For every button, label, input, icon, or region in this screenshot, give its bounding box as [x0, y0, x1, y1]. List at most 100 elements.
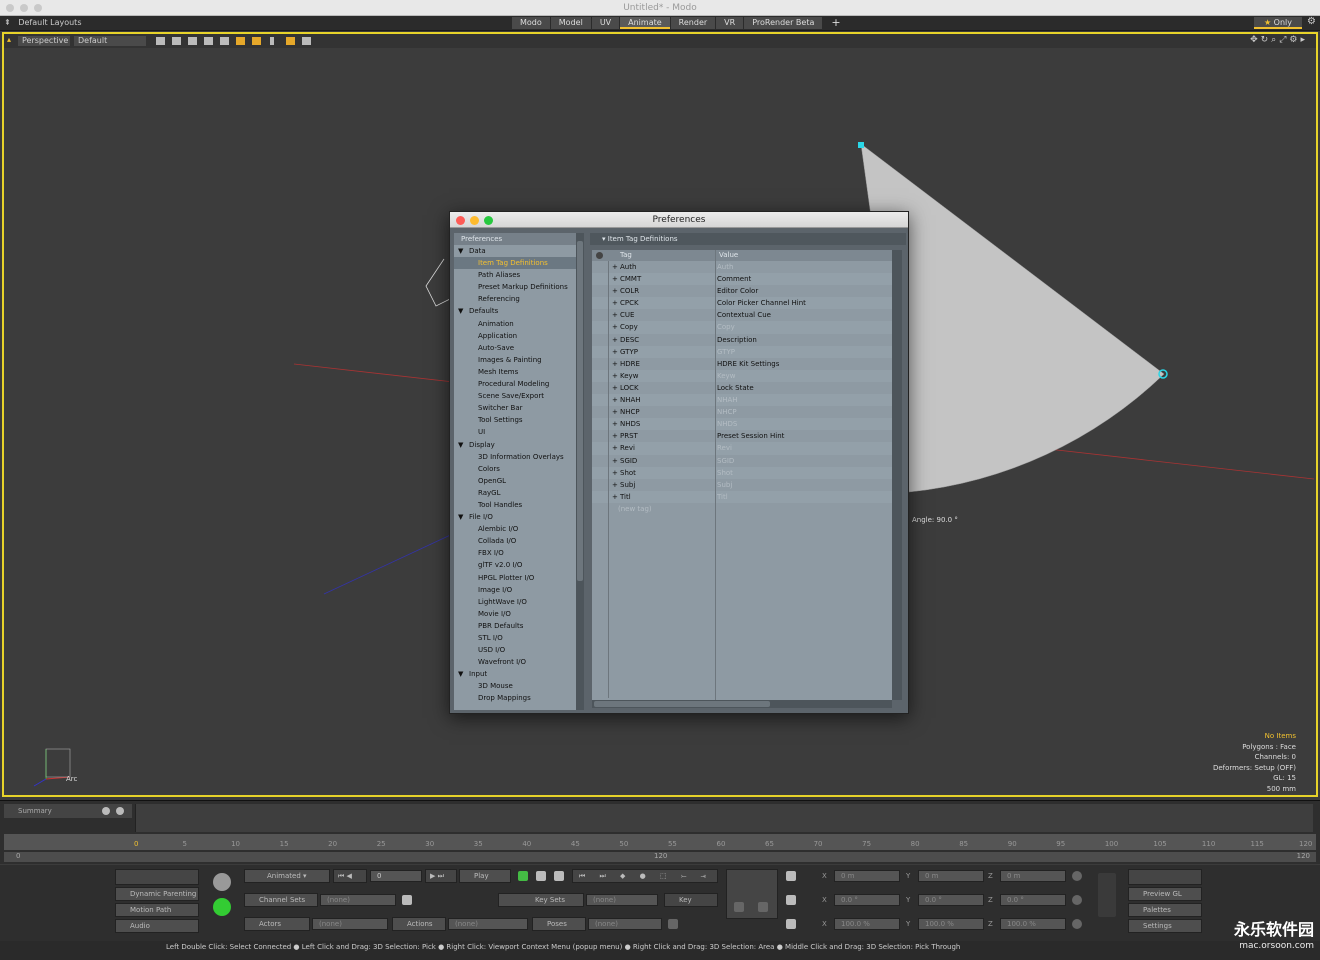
- tree-item[interactable]: Referencing: [454, 293, 576, 305]
- scale-icon[interactable]: [786, 919, 796, 929]
- poses-field[interactable]: (none): [588, 918, 662, 930]
- dopesheet-area[interactable]: [135, 804, 1313, 832]
- tree-item[interactable]: Application: [454, 330, 576, 342]
- tree-item[interactable]: Item Tag Definitions: [454, 257, 576, 270]
- expand-plus-icon[interactable]: +: [612, 297, 618, 309]
- value-cell[interactable]: NHAH: [717, 394, 738, 406]
- table-row[interactable]: + LOCK Lock State: [592, 382, 892, 394]
- value-cell[interactable]: Contextual Cue: [717, 309, 771, 321]
- expand-plus-icon[interactable]: +: [612, 261, 618, 273]
- value-cell[interactable]: GTYP: [717, 346, 735, 358]
- tree-item[interactable]: Auto-Save: [454, 342, 576, 354]
- tree-item[interactable]: Collada I/O: [454, 535, 576, 547]
- tab-uv[interactable]: UV: [591, 17, 620, 29]
- scl-reset-icon[interactable]: [1072, 919, 1082, 929]
- key-sets-field[interactable]: (none): [586, 894, 658, 906]
- range-bar[interactable]: 0 120 120: [4, 852, 1316, 862]
- tree-item[interactable]: Tool Settings: [454, 414, 576, 426]
- tree-category[interactable]: ▼ Data: [454, 245, 576, 257]
- value-cell[interactable]: Preset Session Hint: [717, 430, 784, 442]
- tab-render[interactable]: Render: [670, 17, 716, 29]
- expand-plus-icon[interactable]: +: [612, 285, 618, 297]
- rot-reset-icon[interactable]: [1072, 895, 1082, 905]
- tree-item[interactable]: Scene Save/Export: [454, 390, 576, 402]
- tab-model[interactable]: Model: [550, 17, 591, 29]
- pos-z-field[interactable]: 0 m: [1000, 870, 1066, 882]
- value-cell[interactable]: Editor Color: [717, 285, 758, 297]
- tree-item[interactable]: USD I/O: [454, 644, 576, 656]
- tree-item[interactable]: Procedural Modeling: [454, 378, 576, 390]
- table-row[interactable]: + GTYP GTYP: [592, 345, 892, 358]
- pose-options-icon[interactable]: [668, 919, 678, 929]
- value-cell[interactable]: Auth: [717, 261, 733, 273]
- tab-animate[interactable]: Animate: [620, 17, 670, 29]
- current-frame-field[interactable]: 0: [370, 870, 422, 882]
- poses-button[interactable]: Poses: [532, 917, 586, 931]
- table-row[interactable]: + Titl Titl: [592, 490, 892, 503]
- tree-item[interactable]: RayGL: [454, 487, 576, 499]
- dialog-zoom-icon[interactable]: [484, 216, 493, 225]
- value-cell[interactable]: Keyw: [717, 370, 735, 382]
- settings-button[interactable]: Settings: [1128, 919, 1202, 933]
- tree-item[interactable]: STL I/O: [454, 632, 576, 644]
- add-tab-button[interactable]: +: [823, 17, 848, 29]
- dynamic-parenting-button[interactable]: Dynamic Parenting: [115, 887, 199, 901]
- actors-button[interactable]: Actors: [244, 917, 310, 931]
- tree-category[interactable]: ▼ File I/O: [454, 511, 576, 523]
- rot-x-field[interactable]: 0.0 °: [834, 894, 900, 906]
- clear-transform-icon[interactable]: [734, 902, 744, 912]
- channel-set-add-icon[interactable]: [402, 895, 412, 905]
- table-row[interactable]: + CPCK Color Picker Channel Hint: [592, 297, 892, 310]
- table-row[interactable]: + Copy Copy: [592, 321, 892, 334]
- view-toggle-buttons[interactable]: [1128, 869, 1202, 885]
- table-row[interactable]: + HDRE HDRE Kit Settings: [592, 358, 892, 370]
- motion-path-button[interactable]: Motion Path: [115, 903, 199, 917]
- new-tag-row[interactable]: (new tag): [592, 503, 892, 515]
- tree-item[interactable]: Drop Mappings: [454, 692, 576, 704]
- record-toggle-icon[interactable]: [213, 898, 231, 916]
- pos-x-field[interactable]: 0 m: [834, 870, 900, 882]
- table-row[interactable]: + CMMT Comment: [592, 273, 892, 286]
- expand-plus-icon[interactable]: +: [612, 309, 618, 321]
- table-row[interactable]: + NHCP NHCP: [592, 406, 892, 418]
- expand-plus-icon[interactable]: +: [612, 394, 618, 406]
- table-hscrollbar[interactable]: [592, 700, 892, 708]
- expand-plus-icon[interactable]: +: [612, 358, 618, 370]
- scl-y-field[interactable]: 100.0 %: [918, 918, 984, 930]
- value-cell[interactable]: NHCP: [717, 406, 737, 418]
- tree-item[interactable]: FBX I/O: [454, 547, 576, 559]
- rot-z-field[interactable]: 0.0 °: [1000, 894, 1066, 906]
- tree-item[interactable]: Colors: [454, 463, 576, 475]
- auto-key-icon[interactable]: [213, 873, 231, 891]
- gear-icon[interactable]: ⚙: [1307, 16, 1316, 27]
- gizmo-icon[interactable]: [1098, 873, 1116, 917]
- tree-item[interactable]: Images & Painting: [454, 354, 576, 366]
- palettes-button[interactable]: Palettes: [1128, 903, 1202, 917]
- transport-start-buttons[interactable]: ⏮ ◀: [333, 869, 367, 883]
- transport-end-buttons[interactable]: ▶ ⏭: [425, 869, 457, 883]
- tree-item[interactable]: Switcher Bar: [454, 402, 576, 414]
- table-scrollbar[interactable]: [892, 250, 902, 700]
- value-cell[interactable]: SGID: [717, 455, 734, 467]
- tab-prorender-beta[interactable]: ProRender Beta: [744, 17, 823, 29]
- key-options-icon[interactable]: [554, 871, 564, 881]
- key-transport-buttons[interactable]: ⏮ ⏭ ◆ ● ⬚ ⤚ ⤛: [572, 869, 718, 883]
- table-row[interactable]: + NHDS NHDS: [592, 418, 892, 431]
- expand-plus-icon[interactable]: +: [612, 382, 618, 394]
- table-row[interactable]: + CUE Contextual Cue: [592, 309, 892, 321]
- tag-column-header[interactable]: Tag: [620, 250, 632, 261]
- rot-y-field[interactable]: 0.0 °: [918, 894, 984, 906]
- hscroll-thumb[interactable]: [594, 701, 770, 707]
- tree-item[interactable]: 3D Information Overlays: [454, 451, 576, 463]
- column-divider[interactable]: [715, 250, 716, 700]
- table-row[interactable]: + Keyw Keyw: [592, 369, 892, 382]
- tree-item[interactable]: Image I/O: [454, 584, 576, 596]
- tree-scroll-thumb[interactable]: [577, 241, 583, 581]
- tree-category[interactable]: ▼ Defaults: [454, 305, 576, 317]
- audio-button[interactable]: Audio: [115, 919, 199, 933]
- key-filter-icon[interactable]: [536, 871, 546, 881]
- expand-plus-icon[interactable]: +: [612, 418, 618, 430]
- animated-dropdown[interactable]: Animated ▾: [244, 869, 330, 883]
- only-toggle[interactable]: ★ Only: [1253, 17, 1302, 29]
- key-button[interactable]: Key: [664, 893, 718, 907]
